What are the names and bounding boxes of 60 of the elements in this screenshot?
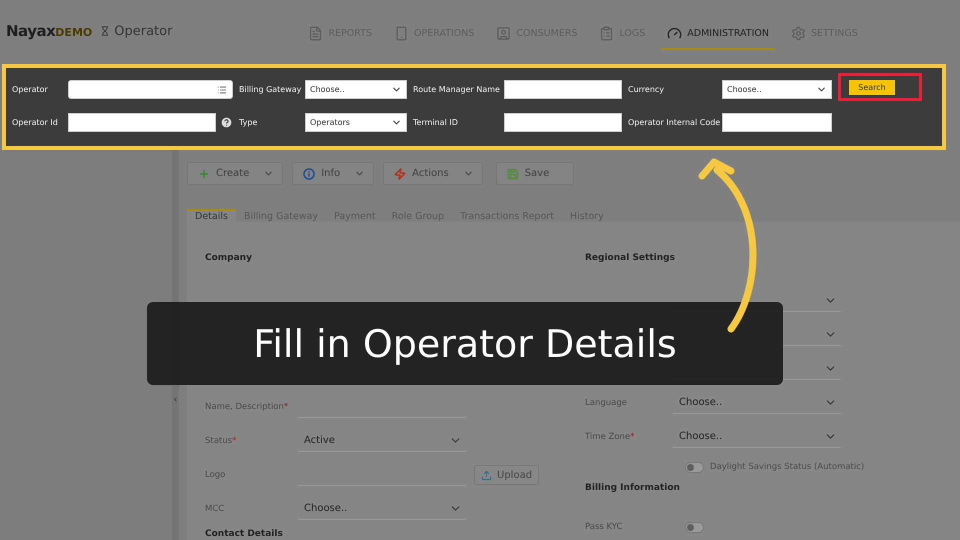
select-field[interactable]: Choose.. xyxy=(673,426,841,448)
hourglass-icon xyxy=(100,26,110,36)
field-label: Language xyxy=(585,398,628,408)
field-label: Route Manager Name xyxy=(413,85,498,94)
field-label: Terminal ID xyxy=(413,118,459,127)
info-icon xyxy=(303,168,316,180)
select-field[interactable]: Choose.. xyxy=(298,498,466,520)
toggle-switch[interactable] xyxy=(685,462,704,472)
logo-suffix: DEMO xyxy=(55,26,92,39)
caption-text: Fill in Operator Details xyxy=(253,322,677,366)
section-title: Billing Information xyxy=(585,482,681,495)
field-label: Billing Gateway xyxy=(239,85,299,94)
user-card-icon xyxy=(496,26,512,40)
select-field[interactable]: Choose.. xyxy=(305,80,407,99)
toolbar-button[interactable]: Create xyxy=(187,162,284,185)
upload-icon xyxy=(481,470,492,480)
help-icon[interactable] xyxy=(220,116,233,129)
field-label: Name, Description* xyxy=(205,402,290,412)
operator-field[interactable] xyxy=(68,80,233,99)
logo: Nayax xyxy=(6,22,56,40)
plus-icon xyxy=(198,168,210,180)
report-icon xyxy=(308,26,324,40)
select-field[interactable]: Operators xyxy=(305,113,407,132)
app-name: Operator xyxy=(114,24,172,38)
field-label: Type xyxy=(239,118,258,127)
phone-icon xyxy=(394,26,410,40)
section-title: Regional Settings xyxy=(585,252,676,265)
select-field[interactable]: Choose.. xyxy=(673,392,841,414)
text-field[interactable] xyxy=(722,113,832,132)
select-field[interactable]: Active xyxy=(298,430,466,452)
field-label: Currency xyxy=(628,85,666,94)
toolbar-button[interactable]: Save xyxy=(496,162,574,185)
field-label: Pass KYC xyxy=(585,522,624,532)
toolbar-button[interactable]: Actions xyxy=(383,162,483,185)
settings-icon xyxy=(791,26,806,40)
field-label: Time Zone* xyxy=(585,432,636,442)
toolbar-button[interactable]: Info xyxy=(292,162,374,185)
lightning-icon xyxy=(394,168,406,180)
field-label: MCC xyxy=(205,504,226,514)
text-field[interactable] xyxy=(68,113,216,132)
select-field[interactable]: Choose.. xyxy=(722,80,832,99)
section-title: Contact Details xyxy=(205,528,284,540)
nav-item[interactable]: ADMINISTRATION xyxy=(661,18,776,50)
search-button[interactable]: Search xyxy=(849,80,895,94)
toggle-switch[interactable] xyxy=(685,522,704,532)
field-label: Operator xyxy=(12,85,49,94)
section-title: Company xyxy=(205,252,253,265)
toggle-label: Daylight Savings Status (Automatic) xyxy=(710,462,864,472)
text-field[interactable] xyxy=(504,113,622,132)
upload-button[interactable]: Upload xyxy=(474,465,540,485)
field-label: Logo xyxy=(205,470,226,480)
clipboard-icon xyxy=(599,26,614,40)
field-label: Operator Id xyxy=(12,118,59,127)
save-icon xyxy=(506,168,519,180)
collapse-icon[interactable] xyxy=(172,396,179,403)
tab[interactable]: Details xyxy=(187,209,236,222)
list-icon[interactable] xyxy=(217,84,227,94)
gauge-icon xyxy=(667,26,682,40)
text-field[interactable] xyxy=(504,80,622,99)
field-label: Status* xyxy=(205,436,238,446)
